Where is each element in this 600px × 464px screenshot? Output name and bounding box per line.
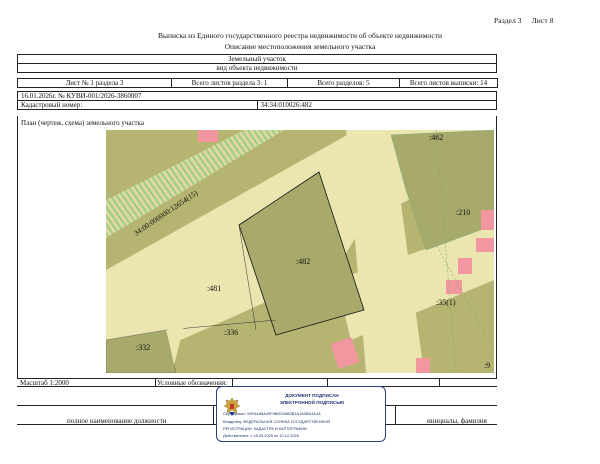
- stamp-line1: ДОКУМЕНТ ПОДПИСАН: [285, 393, 339, 398]
- doc-number: 16.01.2026г. № КУВИ-001/2026-3860007: [17, 91, 497, 101]
- total-sections: Всего разделов: 5: [287, 78, 400, 88]
- object-type-caption: вид объекта недвижимости: [17, 63, 497, 73]
- divider: [155, 379, 156, 387]
- electronic-signature-stamp: ДОКУМЕНТ ПОДПИСАН ЭЛЕКТРОННОЙ ПОДПИСЬЮ С…: [216, 386, 386, 442]
- section-number: Раздел 3: [494, 16, 522, 25]
- page-locator: Раздел 3 Лист 8: [494, 16, 554, 25]
- divider: [395, 406, 396, 425]
- stamp-owner2: РЕГИСТРАЦИИ, КАДАСТРА И КАРТОГРАФИИ: [223, 426, 307, 431]
- stamp-owner1: Владелец: ФЕДЕРАЛЬНАЯ СЛУЖБА ГОСУДАРСТВЕ…: [223, 419, 331, 424]
- cadastral-number: 34:34:010026:482: [256, 100, 497, 110]
- label-336: :336: [224, 328, 238, 337]
- document-title: Выписка из Единого государственного реес…: [157, 31, 443, 40]
- building-2: [458, 258, 472, 274]
- cadastral-label: Кадастровый номер:: [17, 100, 258, 110]
- object-type: Земельный участок: [17, 54, 497, 64]
- label-9: :9: [484, 361, 490, 370]
- scale: Масштаб 1:2000: [20, 379, 69, 387]
- document-subtitle: Описание местоположения земельного участ…: [224, 42, 376, 51]
- stamp-line2: ЭЛЕКТРОННОЙ ПОДПИСЬЮ: [279, 400, 345, 405]
- label-481: :481: [207, 284, 221, 293]
- total-section-sheets: Всего листов раздела 3: 1: [171, 78, 288, 88]
- label-482: :482: [296, 257, 310, 266]
- stamp-cert: Сертификат: 00FA4A5A49F9B2D9AB0B1A1A0BA1…: [223, 411, 321, 416]
- building-1: [481, 210, 494, 230]
- doc-info-table: 16.01.2026г. № КУВИ-001/2026-3860007 Кад…: [17, 91, 497, 110]
- plan-caption: План (чертеж, схема) земельного участка: [21, 119, 145, 127]
- building-7: [198, 130, 218, 142]
- sheet-number: Лист 8: [531, 16, 554, 25]
- plan-drawing: 34:00:000000:12654(15) :462 :482 :481 :3…: [106, 130, 494, 373]
- position-caption: полное наименование должности: [67, 417, 167, 425]
- legend-label: Условные обозначения:: [157, 379, 228, 387]
- building-6: [416, 358, 430, 373]
- object-type-table: Земельный участок вид объекта недвижимос…: [17, 54, 497, 73]
- sheet-info-table: Лист № 1 раздела 3 Всего листов раздела …: [17, 78, 498, 88]
- sheet-of-section: Лист № 1 раздела 3: [17, 78, 172, 88]
- label-35: :35(1): [436, 298, 456, 307]
- label-332: :332: [136, 343, 150, 352]
- building-3: [476, 238, 494, 252]
- land-plot-map: 34:00:000000:12654(15) :462 :482 :481 :3…: [106, 130, 494, 373]
- divider: [439, 379, 440, 387]
- label-210: :210: [456, 208, 470, 217]
- divider: [213, 406, 214, 425]
- name-caption: инициалы, фамилия: [427, 417, 487, 425]
- label-462: :462: [429, 133, 443, 142]
- stamp-valid: Действителен: с 16.09.2025 по 10.12.2026: [223, 433, 299, 438]
- total-sheets: Всего листов выписки: 14: [399, 78, 498, 88]
